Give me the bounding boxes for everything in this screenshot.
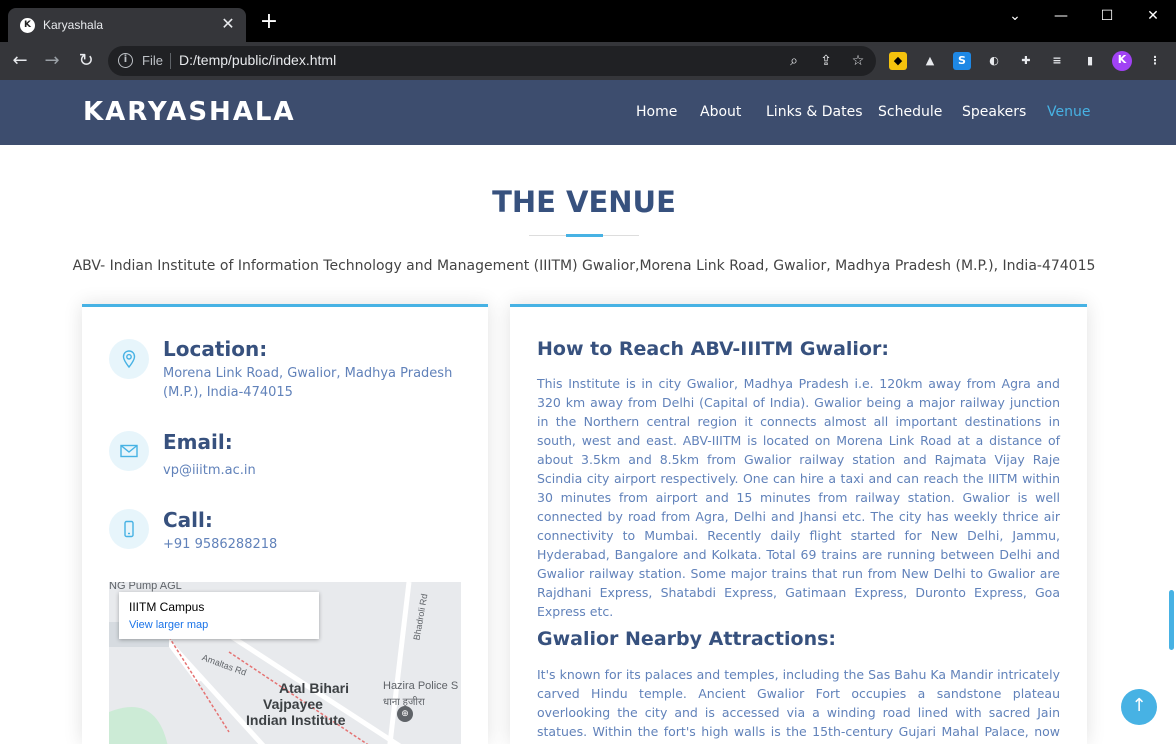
site-favicon-icon: K [20, 18, 35, 33]
nav-links-dates[interactable]: Links & Dates [766, 104, 863, 120]
maximize-icon[interactable]: ☐ [1084, 5, 1130, 27]
nav-venue[interactable]: Venue [1047, 104, 1090, 120]
call-heading: Call: [163, 508, 213, 532]
phone-icon [109, 509, 149, 549]
back-to-top-arrow-icon[interactable]: ↑ [1121, 689, 1157, 725]
call-text[interactable]: +91 9586288218 [163, 535, 463, 554]
view-larger-map-link[interactable]: View larger map [129, 619, 208, 631]
browser-toolbar: ← → ↻ i File D:/temp/public/index.html ⌕… [0, 42, 1176, 80]
extension-s-icon[interactable]: S [953, 52, 971, 70]
envelope-icon [109, 431, 149, 471]
share-icon[interactable]: ⇪ [816, 51, 836, 71]
back-arrow-icon[interactable]: ← [8, 50, 32, 72]
profile-avatar[interactable]: K [1112, 51, 1132, 71]
site-logo[interactable]: KARYASHALA [83, 97, 296, 127]
map-label-atal: Atal Bihari [279, 680, 350, 696]
tab-search-icon[interactable]: ⌄ [992, 5, 1038, 27]
title-divider-accent [566, 234, 603, 237]
tab-close-icon[interactable]: ✕ [218, 14, 238, 34]
address-bar[interactable]: i File D:/temp/public/index.html ⌕ ⇪ ☆ [108, 46, 876, 76]
new-tab-button[interactable]: + [258, 11, 280, 34]
browser-tab[interactable]: K Karyashala ✕ [8, 8, 246, 42]
venue-address: ABV- Indian Institute of Information Tec… [72, 258, 1096, 274]
google-map-embed[interactable]: NG Pump AGL Atal Bihari Vajpayee Indian … [109, 582, 461, 744]
map-info-card: IIITM Campus View larger map [119, 592, 319, 639]
location-pin-icon [109, 339, 149, 379]
contact-card: Location: Morena Link Road, Gwalior, Mad… [82, 304, 488, 744]
extension-cat-icon[interactable]: ◆ [889, 52, 907, 70]
police-marker-icon[interactable]: ⊕ [397, 706, 413, 722]
extension-shape-icon[interactable]: ◐ [985, 52, 1003, 70]
map-place-name: IIITM Campus [129, 600, 205, 614]
section-title: THE VENUE [492, 185, 676, 219]
nav-home[interactable]: Home [636, 104, 677, 120]
scrollbar-thumb[interactable] [1169, 590, 1174, 650]
window-close-icon[interactable]: ✕ [1130, 5, 1176, 27]
info-icon[interactable]: i [118, 53, 133, 68]
media-queue-icon[interactable]: ≡ [1048, 52, 1066, 70]
side-panel-icon[interactable]: ▮ [1081, 52, 1099, 70]
nav-schedule[interactable]: Schedule [878, 104, 942, 120]
bookmark-star-icon[interactable]: ☆ [848, 51, 868, 71]
location-heading: Location: [163, 337, 268, 361]
map-label-pump: NG Pump AGL [109, 582, 182, 592]
directions-card: How to Reach ABV-IIITM Gwalior: This Ins… [510, 304, 1087, 744]
map-label-vajpayee: Vajpayee [263, 696, 323, 712]
browser-tab-bar: K Karyashala ✕ + ⌄ — ☐ ✕ [0, 0, 1176, 42]
url-text[interactable]: D:/temp/public/index.html [179, 52, 336, 68]
omnibox-divider [170, 53, 171, 69]
zoom-icon[interactable]: ⌕ [784, 51, 804, 71]
attractions-text: It's known for its palaces and temples, … [537, 667, 1060, 744]
email-heading: Email: [163, 430, 233, 454]
email-text[interactable]: vp@iiitm.ac.in [163, 461, 463, 480]
location-text: Morena Link Road, Gwalior, Madhya Prades… [163, 366, 453, 400]
reach-text: This Institute is in city Gwalior, Madhy… [537, 376, 1060, 619]
map-label-institute: Indian Institute [246, 712, 346, 728]
reload-icon[interactable]: ↻ [74, 50, 98, 72]
map-label-hazira: Hazira Police S [383, 680, 459, 692]
nav-speakers[interactable]: Speakers [962, 104, 1026, 120]
menu-kebab-icon[interactable]: ⋮ [1146, 52, 1164, 70]
extensions-puzzle-icon[interactable]: ✚ [1017, 52, 1035, 70]
scheme-label: File [142, 53, 163, 68]
nav-about[interactable]: About [700, 104, 741, 120]
forward-arrow-icon[interactable]: → [40, 50, 64, 72]
minimize-icon[interactable]: — [1038, 5, 1084, 27]
site-header: KARYASHALA Home About Links & Dates Sche… [0, 80, 1176, 145]
extension-hat-icon[interactable]: ▲ [921, 52, 939, 70]
reach-heading: How to Reach ABV-IIITM Gwalior: [537, 338, 889, 360]
attractions-heading: Gwalior Nearby Attractions: [537, 628, 837, 650]
tab-title: Karyashala [43, 18, 104, 32]
